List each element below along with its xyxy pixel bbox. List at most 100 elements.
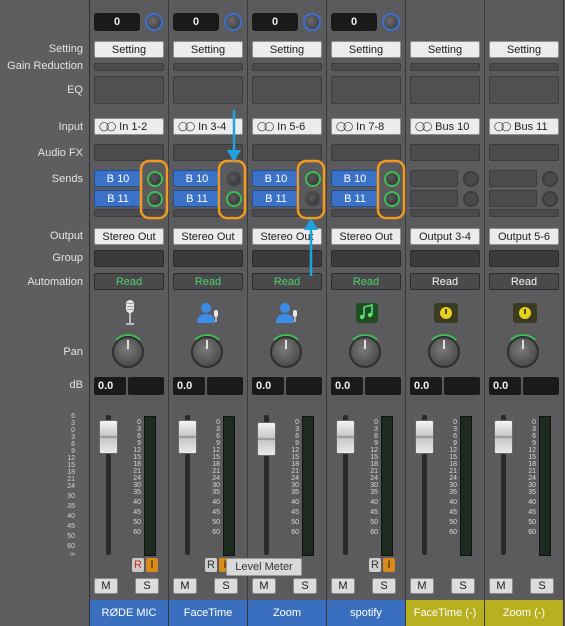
channel-name[interactable]: Zoom (-): [485, 600, 563, 626]
automation-mode-button[interactable]: Read: [173, 273, 243, 290]
input-button[interactable]: ◯◯ In 7-8: [331, 118, 401, 135]
send-slot-b11[interactable]: B 11: [173, 190, 221, 207]
pan-knob[interactable]: [270, 336, 302, 368]
setting-button[interactable]: Setting: [173, 41, 243, 58]
send-slot-b11[interactable]: B 11: [94, 190, 142, 207]
send-level-knob[interactable]: [226, 171, 242, 187]
automation-mode-button[interactable]: Read: [489, 273, 559, 290]
trim-knob[interactable]: [224, 13, 242, 31]
send-level-knob[interactable]: [463, 191, 479, 207]
send-slot-empty[interactable]: [94, 209, 164, 217]
send-slot-b10[interactable]: B 10: [94, 170, 142, 187]
input-button[interactable]: ◯◯ In 3-4: [173, 118, 243, 135]
volume-db-value[interactable]: 0.0: [94, 377, 126, 395]
volume-fader[interactable]: [178, 420, 197, 454]
pan-knob[interactable]: [349, 336, 381, 368]
record-enable-button[interactable]: R: [132, 558, 144, 572]
send-slot-empty[interactable]: [410, 170, 458, 187]
volume-fader[interactable]: [99, 420, 118, 454]
eq-display[interactable]: [173, 76, 243, 104]
solo-button[interactable]: S: [214, 578, 238, 594]
send-level-knob[interactable]: [542, 191, 558, 207]
automation-mode-button[interactable]: Read: [331, 273, 401, 290]
volume-db-value[interactable]: 0.0: [489, 377, 521, 395]
volume-fader[interactable]: [257, 422, 276, 456]
trim-knob[interactable]: [145, 13, 163, 31]
setting-button[interactable]: Setting: [94, 41, 164, 58]
send-level-knob[interactable]: [226, 191, 242, 207]
send-slot-empty[interactable]: [489, 190, 537, 207]
pan-knob[interactable]: [191, 336, 223, 368]
send-slot-empty[interactable]: [252, 209, 322, 217]
eq-display[interactable]: [489, 76, 559, 104]
volume-db-value[interactable]: 0.0: [252, 377, 284, 395]
group-slot[interactable]: [173, 250, 243, 267]
send-slot-empty[interactable]: [489, 170, 537, 187]
volume-db-value[interactable]: 0.0: [173, 377, 205, 395]
channel-name[interactable]: RØDE MIC: [90, 600, 168, 626]
group-slot[interactable]: [252, 250, 322, 267]
send-slot-empty[interactable]: [489, 209, 559, 217]
mute-button[interactable]: M: [410, 578, 434, 594]
mute-button[interactable]: M: [94, 578, 118, 594]
send-level-knob[interactable]: [147, 171, 163, 187]
pan-knob[interactable]: [112, 336, 144, 368]
setting-button[interactable]: Setting: [252, 41, 322, 58]
audio-fx-slot[interactable]: [94, 144, 164, 161]
channel-name[interactable]: FaceTime: [169, 600, 247, 626]
send-slot-empty[interactable]: [173, 209, 243, 217]
trim-value[interactable]: 0: [94, 13, 140, 31]
mute-button[interactable]: M: [173, 578, 197, 594]
solo-button[interactable]: S: [135, 578, 159, 594]
send-level-knob[interactable]: [305, 191, 321, 207]
solo-button[interactable]: S: [293, 578, 317, 594]
output-button[interactable]: Stereo Out: [252, 228, 322, 245]
output-button[interactable]: Stereo Out: [173, 228, 243, 245]
channel-name[interactable]: spotify: [327, 600, 405, 626]
send-slot-empty[interactable]: [410, 209, 480, 217]
output-button[interactable]: Stereo Out: [94, 228, 164, 245]
record-enable-button[interactable]: R: [369, 558, 381, 572]
input-button[interactable]: ◯◯ Bus 11: [489, 118, 559, 135]
send-slot-b10[interactable]: B 10: [173, 170, 221, 187]
audio-fx-slot[interactable]: [331, 144, 401, 161]
send-slot-empty[interactable]: [331, 209, 401, 217]
trim-knob[interactable]: [303, 13, 321, 31]
trim-value[interactable]: 0: [173, 13, 219, 31]
automation-mode-button[interactable]: Read: [410, 273, 480, 290]
pan-knob[interactable]: [507, 336, 539, 368]
mute-button[interactable]: M: [489, 578, 513, 594]
volume-fader[interactable]: [415, 420, 434, 454]
send-level-knob[interactable]: [384, 191, 400, 207]
solo-button[interactable]: S: [530, 578, 554, 594]
input-button[interactable]: ◯◯ In 5-6: [252, 118, 322, 135]
send-slot-b10[interactable]: B 10: [331, 170, 379, 187]
eq-display[interactable]: [94, 76, 164, 104]
pan-knob[interactable]: [428, 336, 460, 368]
input-button[interactable]: ◯◯ In 1-2: [94, 118, 164, 135]
output-button[interactable]: Stereo Out: [331, 228, 401, 245]
send-level-knob[interactable]: [147, 191, 163, 207]
output-button[interactable]: Output 5-6: [489, 228, 559, 245]
group-slot[interactable]: [94, 250, 164, 267]
group-slot[interactable]: [410, 250, 480, 267]
send-level-knob[interactable]: [463, 171, 479, 187]
record-enable-button[interactable]: R: [205, 558, 217, 572]
setting-button[interactable]: Setting: [489, 41, 559, 58]
automation-mode-button[interactable]: Read: [94, 273, 164, 290]
send-slot-b10[interactable]: B 10: [252, 170, 300, 187]
automation-mode-button[interactable]: Read: [252, 273, 322, 290]
group-slot[interactable]: [489, 250, 559, 267]
send-level-knob[interactable]: [305, 171, 321, 187]
send-slot-empty[interactable]: [410, 190, 458, 207]
volume-fader[interactable]: [336, 420, 355, 454]
mute-button[interactable]: M: [331, 578, 355, 594]
send-level-knob[interactable]: [384, 171, 400, 187]
volume-fader[interactable]: [494, 420, 513, 454]
trim-knob[interactable]: [382, 13, 400, 31]
solo-button[interactable]: S: [451, 578, 475, 594]
input-monitoring-button[interactable]: I: [146, 558, 158, 572]
eq-display[interactable]: [252, 76, 322, 104]
audio-fx-slot[interactable]: [173, 144, 243, 161]
channel-name[interactable]: Zoom: [248, 600, 326, 626]
